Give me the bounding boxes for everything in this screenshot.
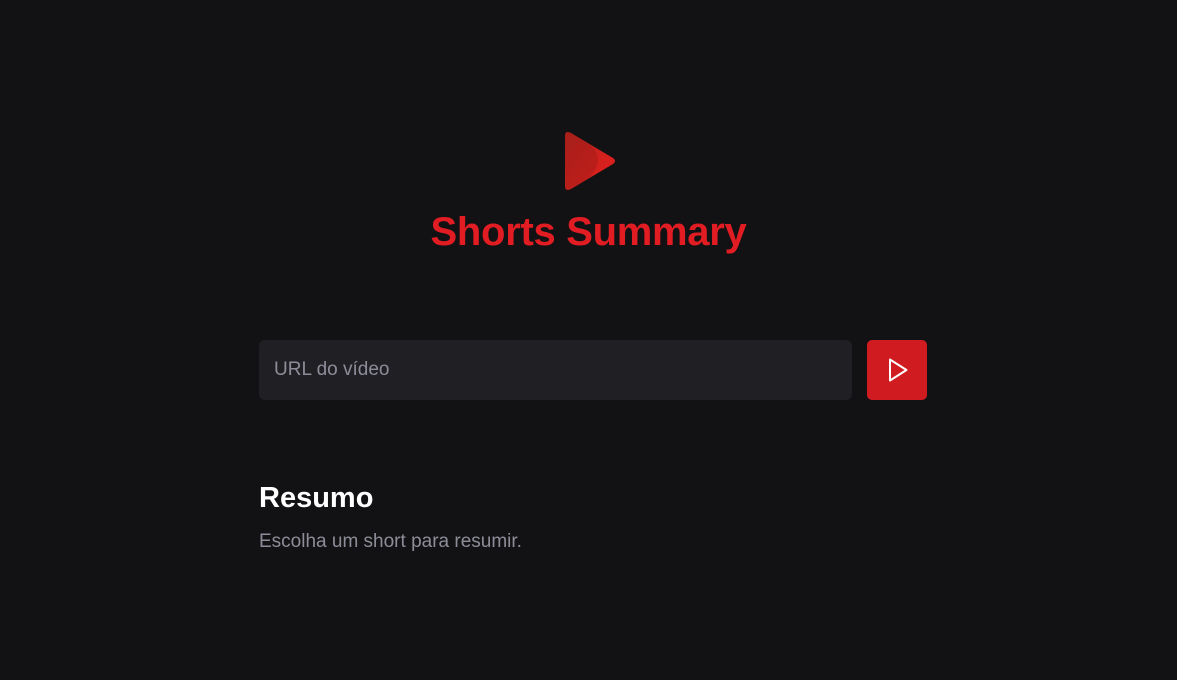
summary-section: Resumo Escolha um short para resumir. [259, 478, 927, 556]
summary-form [259, 340, 927, 400]
play-icon [889, 358, 908, 382]
summary-heading: Resumo [259, 482, 374, 514]
app-title: Shorts Summary [430, 210, 747, 254]
submit-button[interactable] [867, 340, 927, 400]
app-header: Shorts Summary [0, 128, 1177, 256]
play-triangle-icon [564, 132, 615, 190]
video-url-input[interactable] [259, 340, 852, 400]
summary-text: Escolha um short para resumir. [259, 531, 522, 552]
app-page: Shorts Summary Resumo Escolha um short p… [0, 0, 1177, 680]
